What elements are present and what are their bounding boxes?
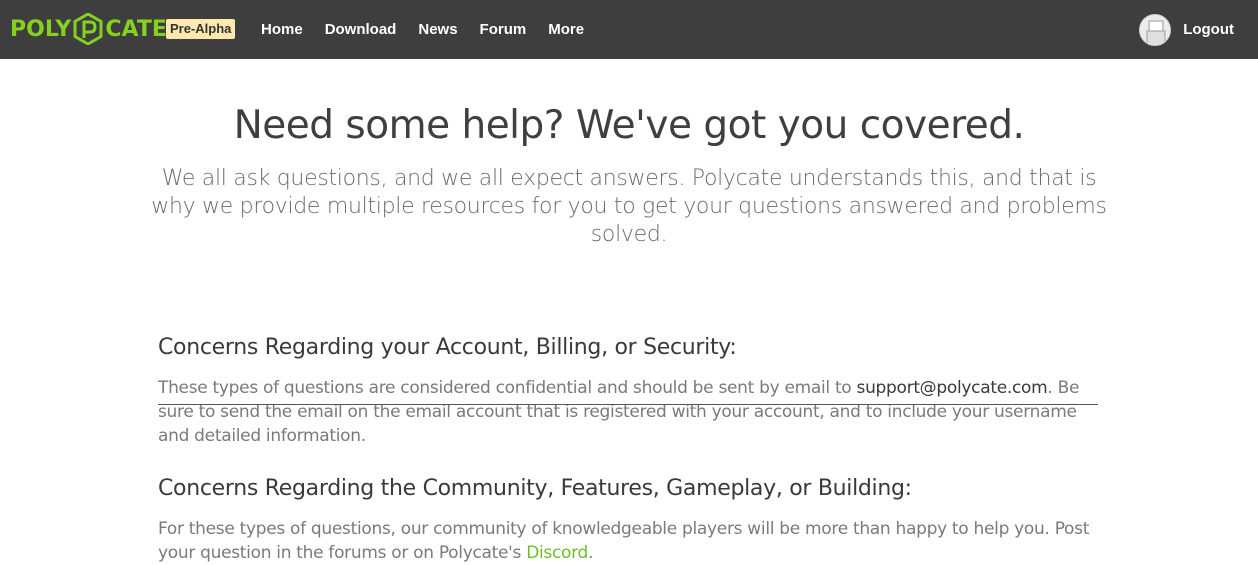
top-navbar: POLY CATE Pre-Alpha Home Download News F… [0, 0, 1258, 59]
section-account-heading: Concerns Regarding your Account, Billing… [158, 335, 737, 360]
section-account-text-before: These types of questions are considered … [158, 378, 857, 398]
nav-news[interactable]: News [418, 21, 457, 38]
nav-download[interactable]: Download [325, 21, 397, 38]
discord-link[interactable]: Discord [526, 543, 588, 563]
section-community-text-before: For these types of questions, our commun… [158, 519, 1090, 563]
nav-more[interactable]: More [548, 21, 584, 38]
user-area: Logout [1139, 0, 1234, 59]
section-community-text: For these types of questions, our commun… [158, 517, 1098, 565]
avatar-figure-icon [1146, 20, 1166, 45]
page-title: Need some help? We've got you covered. [233, 103, 1025, 148]
pre-alpha-badge: Pre-Alpha [166, 19, 236, 39]
polycate-logo[interactable]: POLY CATE [10, 12, 167, 46]
user-avatar[interactable] [1139, 13, 1172, 46]
page-subtitle: We all ask questions, and we all expect … [151, 166, 1107, 247]
section-community-heading: Concerns Regarding the Community, Featur… [158, 476, 912, 501]
support-email: support@polycate.com [856, 378, 1048, 398]
logo-text-left: POLY [10, 16, 72, 42]
logo-text-right: CATE [105, 16, 167, 42]
logo-hexagon-icon [73, 13, 103, 45]
nav-forum[interactable]: Forum [480, 21, 527, 38]
section-account-text: These types of questions are considered … [158, 376, 1098, 448]
logout-button[interactable]: Logout [1183, 21, 1234, 38]
nav-home[interactable]: Home [261, 21, 303, 38]
section-divider [158, 404, 1098, 405]
section-account: Concerns Regarding your Account, Billing… [158, 335, 1098, 448]
main-nav: Home Download News Forum More [261, 0, 606, 59]
section-community: Concerns Regarding the Community, Featur… [158, 476, 1098, 565]
section-community-text-after: . [588, 543, 594, 563]
